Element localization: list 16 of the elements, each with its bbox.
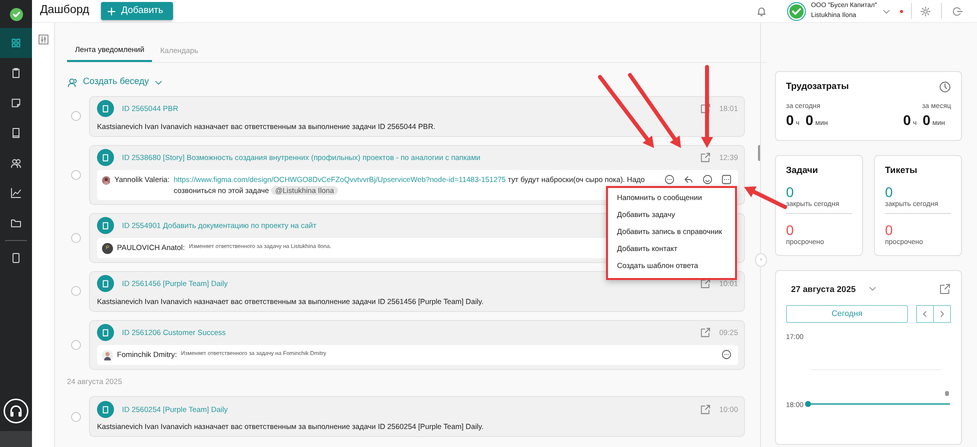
today-button[interactable]: Сегодня bbox=[786, 305, 908, 324]
time-value: 0 bbox=[903, 112, 911, 128]
create-chat-button[interactable]: Создать беседу bbox=[67, 75, 163, 89]
card-title: Трудозатраты bbox=[786, 80, 849, 93]
page-title: Дашборд bbox=[40, 4, 90, 18]
card-title: Задачи bbox=[786, 164, 819, 177]
time-value: 0 bbox=[786, 112, 794, 128]
time-value: 0 bbox=[805, 112, 814, 128]
date-picker[interactable]: 27 августа 2025 bbox=[786, 282, 856, 296]
count-value: 0 bbox=[786, 184, 795, 200]
overdue-value: 0 bbox=[885, 222, 894, 238]
card-title: Тикеты bbox=[885, 164, 918, 177]
count-value: 0 bbox=[885, 184, 894, 200]
time-value: 0 bbox=[922, 112, 930, 128]
overdue-value: 0 bbox=[786, 222, 795, 238]
add-button[interactable]: Добавить bbox=[101, 2, 174, 20]
